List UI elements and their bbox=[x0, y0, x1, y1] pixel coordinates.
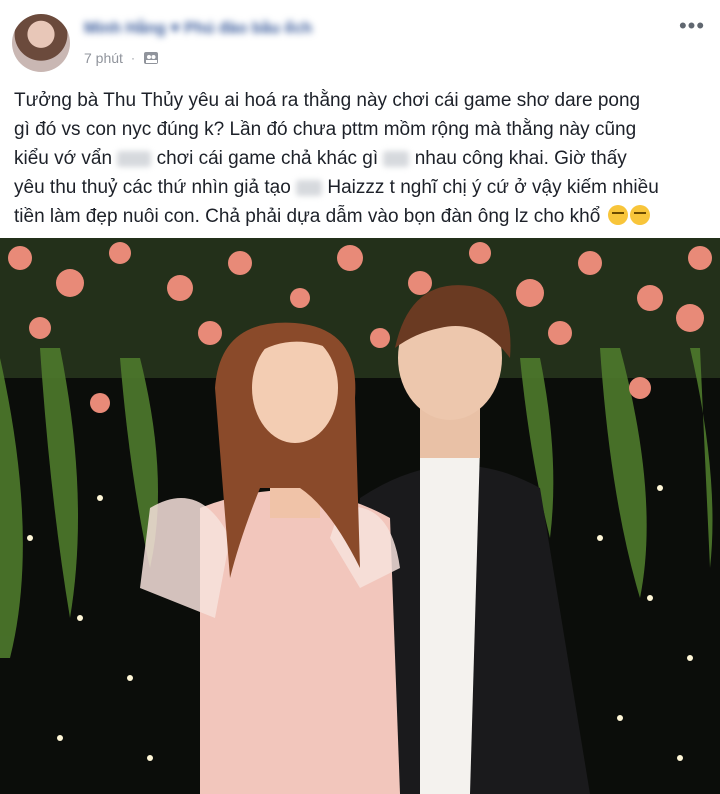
text-segment: chơi cái game chả khác gì bbox=[151, 148, 384, 169]
text-segment: kiểu vớ vẩn bbox=[14, 148, 118, 169]
post-text-line: gì đó vs con nyc đúng k? Lần đó chưa ptt… bbox=[14, 119, 637, 140]
author-name[interactable]: Minh Hằng ♥ Phú đào bầu ếch bbox=[84, 20, 312, 42]
expressionless-face-emoji bbox=[629, 205, 650, 225]
post-text-line: Tưởng bà Thu Thủy yêu ai hoá ra thằng nà… bbox=[14, 90, 641, 111]
couple-photo bbox=[0, 238, 720, 794]
more-options-icon[interactable]: ••• bbox=[678, 13, 706, 38]
text-segment: Haizzz t nghĩ chị ý cứ ở vậy kiếm nhiều bbox=[322, 177, 659, 198]
expressionless-face-emoji bbox=[607, 205, 628, 225]
post-header: Minh Hằng ♥ Phú đào bầu ếch 7 phút · ••• bbox=[0, 0, 720, 80]
post-text: Tưởng bà Thu Thủy yêu ai hoá ra thằng nà… bbox=[14, 86, 708, 231]
post-time[interactable]: 7 phút bbox=[84, 50, 123, 66]
friends-icon[interactable] bbox=[143, 50, 159, 66]
censored-word bbox=[296, 179, 323, 196]
separator-dot: · bbox=[130, 51, 135, 65]
censored-word bbox=[383, 150, 410, 167]
text-segment: tiền làm đẹp nuôi con. Chả phải dựa dẫm … bbox=[14, 206, 601, 227]
post-photo[interactable] bbox=[0, 238, 720, 794]
text-segment: nhau công khai. Giờ thấy bbox=[409, 148, 627, 169]
post-text-line: tiền làm đẹp nuôi con. Chả phải dựa dẫm … bbox=[14, 202, 708, 231]
text-segment: yêu thu thuỷ các thứ nhìn giả tạo bbox=[14, 177, 297, 198]
author-avatar[interactable] bbox=[12, 14, 70, 72]
facebook-post: Minh Hằng ♥ Phú đào bầu ếch 7 phút · •••… bbox=[0, 0, 720, 794]
post-text-line: kiểu vớ vẩn chơi cái game chả khác gì nh… bbox=[14, 144, 708, 173]
censored-word bbox=[117, 150, 152, 167]
post-meta: 7 phút · bbox=[84, 50, 159, 66]
post-text-line: yêu thu thuỷ các thứ nhìn giả tạo Haizzz… bbox=[14, 173, 708, 202]
